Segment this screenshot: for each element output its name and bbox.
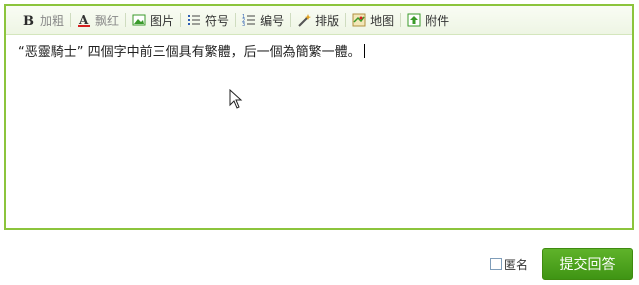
svg-text:B: B — [23, 14, 34, 27]
format-label: 排版 — [315, 13, 340, 28]
red-text-icon: A — [77, 13, 91, 27]
bullet-list-label: 符号 — [205, 13, 230, 28]
bold-label: 加粗 — [40, 13, 65, 28]
image-label: 图片 — [150, 13, 175, 28]
bullet-list-icon — [187, 13, 201, 27]
bold-icon: B — [22, 13, 36, 27]
text-caret — [363, 44, 365, 58]
anonymous-label: 匿名 — [503, 257, 528, 272]
anonymous-option[interactable]: 匿名 — [489, 256, 528, 273]
svg-text:A: A — [78, 13, 89, 27]
answer-text-area[interactable]: “恶靈騎士” 四個字中前三個具有繁體，后一個為簡繁一體。 — [6, 35, 632, 225]
attachment-button[interactable]: 附件 — [401, 10, 455, 30]
numbered-list-label: 编号 — [260, 13, 285, 28]
attachment-label: 附件 — [425, 13, 450, 28]
anonymous-checkbox[interactable] — [489, 258, 502, 270]
numbered-list-icon: 123 — [242, 13, 256, 27]
answer-footer: 匿名 提交回答 — [489, 248, 633, 280]
bold-button[interactable]: B 加粗 — [16, 10, 70, 30]
image-button[interactable]: 图片 — [126, 10, 180, 30]
red-text-button[interactable]: A 飘红 — [71, 10, 125, 30]
format-button[interactable]: 排版 — [291, 10, 345, 30]
image-icon — [132, 13, 146, 27]
answer-editor: B 加粗 A 飘红 图片 符号 123 编号 排版 地图 附件 “恶靈騎士” 四… — [4, 4, 634, 230]
attachment-upload-icon — [407, 13, 421, 27]
map-button[interactable]: 地图 — [346, 10, 400, 30]
red-text-label: 飘红 — [95, 13, 120, 28]
map-icon — [352, 13, 366, 27]
submit-answer-button[interactable]: 提交回答 — [542, 248, 633, 280]
bullet-list-button[interactable]: 符号 — [181, 10, 235, 30]
editor-toolbar: B 加粗 A 飘红 图片 符号 123 编号 排版 地图 附件 — [6, 6, 632, 35]
answer-text: “恶靈騎士” 四個字中前三個具有繁體，后一個為簡繁一體。 — [18, 45, 361, 60]
svg-text:3: 3 — [242, 22, 245, 27]
format-wand-icon — [297, 13, 312, 27]
map-label: 地图 — [370, 13, 395, 28]
numbered-list-button[interactable]: 123 编号 — [236, 10, 290, 30]
